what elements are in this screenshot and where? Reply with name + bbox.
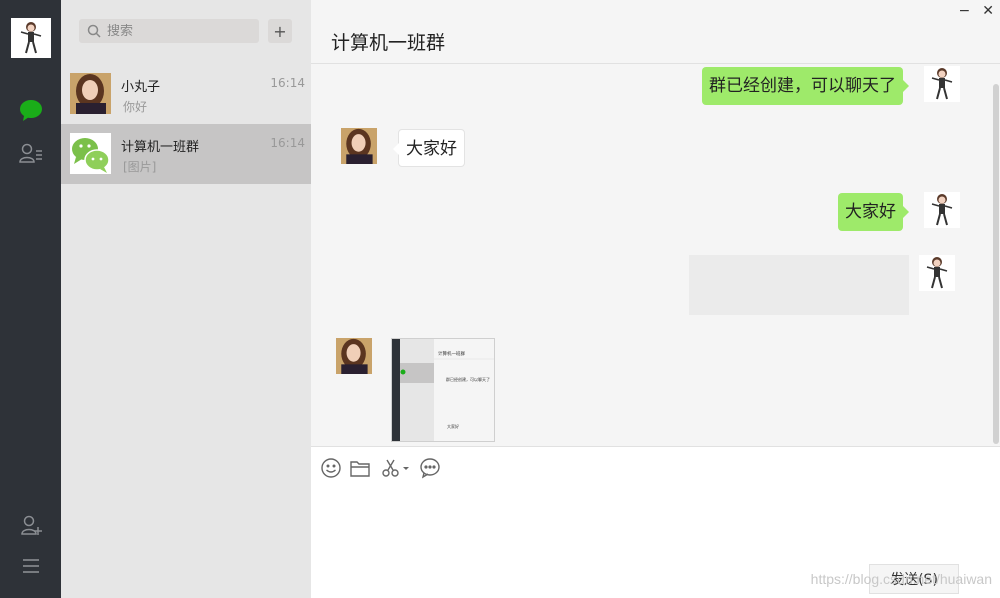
my-avatar[interactable] xyxy=(11,18,51,58)
chat-window: − ✕ 计算机一班群 群已经创建，可以聊天了 大家好 大家好 计算机一班群 群已… xyxy=(311,0,1000,598)
search-input[interactable] xyxy=(107,23,247,39)
my-message-avatar[interactable] xyxy=(924,66,960,102)
thumbnail-bubble-1: 群已经创建，可以聊天了 xyxy=(446,376,490,382)
message-bubble-sent[interactable]: 群已经创建，可以聊天了 xyxy=(702,67,909,105)
my-message-avatar[interactable] xyxy=(919,255,955,291)
girl-message-avatar[interactable] xyxy=(341,128,377,164)
screenshot-scissors-icon[interactable] xyxy=(381,457,411,479)
search-icon xyxy=(87,24,101,38)
chat-title: 计算机一班群 xyxy=(331,32,446,54)
my-message-avatar[interactable] xyxy=(924,192,960,228)
message-bubble-sent[interactable]: 大家好 xyxy=(838,193,909,231)
conversation-preview: [图片] xyxy=(123,160,157,174)
girl-avatar xyxy=(70,73,111,114)
chat-history-icon[interactable] xyxy=(419,457,441,479)
conversation-item-xiaowanzi[interactable]: 小丸子 16:14 你好 xyxy=(61,64,311,124)
add-contact-icon[interactable] xyxy=(18,512,44,538)
loading-image-placeholder xyxy=(689,255,909,315)
conversation-time: 16:14 xyxy=(270,136,305,150)
nav-sidebar xyxy=(0,0,61,598)
thumbnail-bubble-2: 大家好 xyxy=(447,423,459,429)
conversation-time: 16:14 xyxy=(270,76,305,90)
message-list[interactable]: 群已经创建，可以聊天了 大家好 大家好 计算机一班群 群已经创建，可以聊天了 大… xyxy=(311,64,1000,446)
scrollbar[interactable] xyxy=(993,84,999,444)
window-controls: − ✕ xyxy=(959,2,994,20)
search-box[interactable] xyxy=(79,19,259,43)
contacts-icon[interactable] xyxy=(18,140,44,166)
message-textarea[interactable] xyxy=(321,487,981,557)
conversation-list: + 小丸子 16:14 你好 xyxy=(61,0,311,598)
conversation-preview: 你好 xyxy=(123,100,148,114)
menu-icon[interactable] xyxy=(18,553,44,579)
message-bubble-received[interactable]: 大家好 xyxy=(393,129,465,167)
image-message-thumbnail[interactable]: 计算机一班群 群已经创建，可以聊天了 大家好 xyxy=(391,338,495,442)
folder-icon[interactable] xyxy=(349,457,371,479)
emoji-icon[interactable] xyxy=(320,457,342,479)
boy-figure-icon xyxy=(20,22,42,54)
close-button[interactable]: ✕ xyxy=(982,2,994,20)
conversation-name: 小丸子 xyxy=(121,80,161,95)
girl-message-avatar[interactable] xyxy=(336,338,372,374)
minimize-button[interactable]: − xyxy=(959,2,971,20)
conversation-item-class-group[interactable]: 计算机一班群 16:14 [图片] xyxy=(61,124,311,184)
message-input-area: 发送(S) https://blog.csdn.net/huaiwan xyxy=(311,446,1000,598)
thumbnail-title: 计算机一班群 xyxy=(438,350,465,357)
group-avatar xyxy=(70,133,111,174)
chat-icon[interactable] xyxy=(18,97,44,123)
add-button[interactable]: + xyxy=(268,19,292,43)
conversation-name: 计算机一班群 xyxy=(121,140,200,155)
send-button[interactable]: 发送(S) xyxy=(869,564,959,594)
